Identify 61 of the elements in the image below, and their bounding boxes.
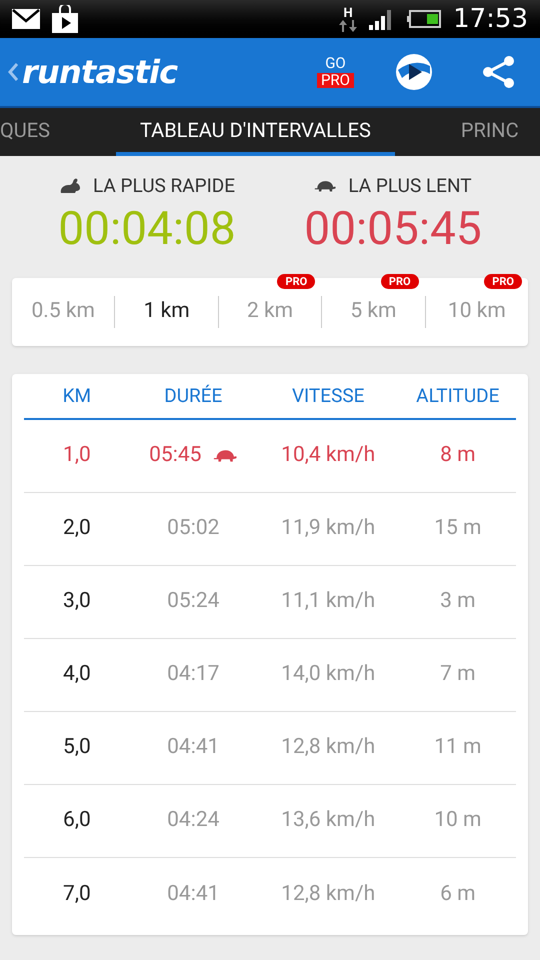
column-header: KM — [62, 382, 92, 409]
play-circle-icon[interactable] — [394, 52, 434, 92]
share-icon[interactable] — [482, 55, 516, 89]
table-cell-text: 11 m — [433, 734, 482, 762]
interval-option[interactable]: 10 km — [448, 296, 506, 328]
table-cell-text: 11,9 km/h — [280, 515, 376, 542]
network-type: H — [343, 6, 353, 20]
column-header: DURÉE — [163, 382, 224, 409]
table-cell-text: 10 m — [433, 807, 482, 834]
pro-badge: PRO — [277, 274, 316, 289]
shopping-bag-icon — [52, 5, 78, 33]
data-arrows-icon — [339, 20, 358, 32]
record-time: 00:04:08 — [58, 200, 236, 258]
interval-option[interactable]: 1 km — [144, 296, 190, 328]
table-cell-text: 12,8 km/h — [280, 734, 376, 762]
record-label: LA PLUS LENT — [348, 173, 472, 199]
table-cell-text: 04:17 — [167, 661, 220, 688]
table-cell-text: 05:24 — [167, 588, 220, 616]
go-pro-button[interactable]: GO PRO — [316, 56, 354, 88]
pro-badge: PRO — [484, 274, 522, 289]
table-cell-text: 04:24 — [167, 807, 220, 834]
table-cell-text: 5,0 — [62, 734, 92, 762]
table-cell-text: 14,0 km/h — [280, 661, 376, 688]
column-header: ALTITUDE — [415, 382, 500, 409]
clock: 17:53 — [453, 2, 528, 36]
tab[interactable]: QUES — [0, 108, 50, 156]
pro-badge: PRO — [380, 274, 419, 289]
table-cell-text: 7,0 — [62, 880, 92, 908]
table-cell-text: 4,0 — [62, 661, 92, 688]
rabbit-icon — [58, 178, 81, 194]
interval-option[interactable]: 0.5 km — [31, 296, 95, 328]
table-cell-text: 6,0 — [62, 807, 92, 834]
table-cell-text: 11,1 km/h — [280, 588, 376, 616]
app-logo: runtastic — [22, 52, 178, 93]
table-cell-text: 15 m — [433, 515, 482, 542]
table-cell-text: 6 m — [439, 880, 477, 908]
interval-option[interactable]: 5 km — [350, 296, 396, 328]
turtle-icon — [213, 449, 238, 463]
table-cell-text: 8 m — [439, 442, 477, 470]
table-cell-text: 12,8 km/h — [280, 880, 376, 908]
column-header: VITESSE — [290, 382, 366, 409]
table-cell-text: 05:45 — [149, 442, 202, 470]
interval-option[interactable]: 2 km — [246, 296, 294, 328]
table-cell-text: 3 m — [439, 588, 477, 616]
table-cell-text: 3,0 — [62, 588, 92, 616]
table-cell-text: 7 m — [439, 661, 477, 688]
record-label: LA PLUS RAPIDE — [92, 173, 236, 199]
table-cell-text: 13,6 km/h — [280, 807, 376, 834]
tab[interactable]: TABLEAU D'INTERVALLES — [116, 108, 395, 156]
battery-icon — [407, 10, 442, 28]
record-time: 00:05:45 — [304, 200, 482, 258]
table-cell-text: 2,0 — [62, 515, 92, 542]
table-cell-text: 10,4 km/h — [280, 442, 376, 470]
table-cell-text: 04:41 — [167, 734, 220, 762]
tab[interactable]: PRINC — [460, 108, 519, 156]
table-cell-text: 1,0 — [62, 442, 92, 470]
mail-icon — [12, 9, 40, 29]
table-cell-text: 04:41 — [167, 880, 220, 908]
back-chevron-icon[interactable] — [8, 63, 18, 81]
table-cell-text: 05:02 — [167, 515, 220, 542]
turtle-icon — [314, 180, 336, 192]
